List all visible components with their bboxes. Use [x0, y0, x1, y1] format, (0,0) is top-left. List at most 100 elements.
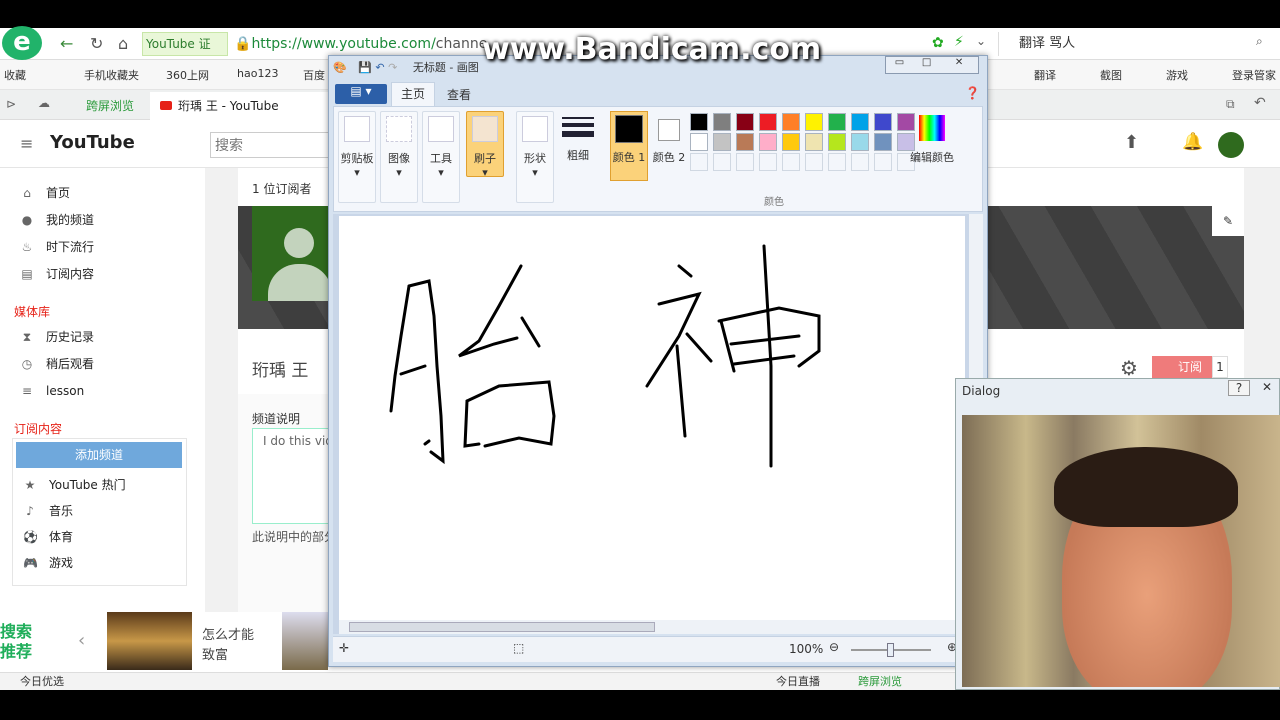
palette-swatch[interactable]	[690, 133, 708, 151]
image-button[interactable]: 图像 ▾	[380, 111, 418, 203]
lightning-icon[interactable]: ⚡	[954, 34, 964, 50]
clipboard-button[interactable]: 剪贴板 ▾	[338, 111, 376, 203]
palette-swatch[interactable]	[736, 133, 754, 151]
palette-swatch[interactable]	[713, 113, 731, 131]
sub-item-popular[interactable]: ★ YouTube 热门	[23, 472, 203, 498]
drawing-canvas[interactable]	[339, 216, 965, 622]
palette-swatch[interactable]	[782, 113, 800, 131]
bookmark-360[interactable]: 360上网	[166, 67, 209, 83]
search-icon[interactable]: ⌕	[1256, 34, 1263, 49]
tab-view[interactable]: 查看	[447, 86, 471, 103]
recycle-icon[interactable]: ✿	[932, 35, 944, 51]
tab-cross-screen[interactable]: 跨屏浏览	[68, 92, 148, 120]
sidebar-item-lesson[interactable]: ≡ lesson	[20, 378, 200, 404]
bell-icon[interactable]: 🔔	[1182, 132, 1203, 152]
ad-image[interactable]	[107, 612, 192, 670]
zoom-out-button[interactable]: ⊖	[829, 640, 839, 654]
palette-swatch[interactable]	[713, 133, 731, 151]
color2-button[interactable]: 颜色 2	[652, 111, 686, 181]
color1-button[interactable]: 颜色 1	[610, 111, 648, 181]
sidebar-item-history[interactable]: ⧗ 历史记录	[20, 324, 200, 350]
menu-icon[interactable]: ≡	[20, 134, 33, 153]
palette-swatch[interactable]	[736, 113, 754, 131]
empty-swatch[interactable]	[736, 153, 754, 171]
sub-item-music[interactable]: ♪ 音乐	[23, 498, 203, 524]
cross-screen-link[interactable]: 跨屏浏览	[858, 673, 902, 691]
bookmark-favorites[interactable]: 收藏	[4, 67, 26, 83]
edit-pencil-icon[interactable]: ✎	[1212, 206, 1244, 236]
horizontal-scrollbar[interactable]	[339, 620, 969, 634]
brushes-button[interactable]: 刷子 ▾	[466, 111, 504, 179]
sub-item-gaming[interactable]: 🎮 游戏	[23, 550, 203, 576]
subscribe-button[interactable]: 订阅	[1152, 356, 1212, 378]
sidebar-item-trending[interactable]: ♨ 时下流行	[20, 234, 200, 260]
palette-swatch[interactable]	[828, 113, 846, 131]
ad-image-2[interactable]	[282, 612, 328, 670]
youtube-logo[interactable]: YouTube	[50, 132, 135, 153]
games-button[interactable]: 游戏	[1166, 67, 1188, 83]
help-icon[interactable]: ❓	[965, 86, 980, 100]
palette-swatch[interactable]	[805, 133, 823, 151]
sidebar-item-my-channel[interactable]: ● 我的频道	[20, 207, 200, 233]
avatar[interactable]	[1218, 132, 1244, 158]
tools-button[interactable]: 工具 ▾	[422, 111, 460, 203]
dialog-close-button[interactable]: ✕	[1254, 380, 1280, 394]
empty-swatch[interactable]	[690, 153, 708, 171]
palette-swatch[interactable]	[828, 133, 846, 151]
edit-colors-button[interactable]: 编辑颜色	[902, 113, 962, 165]
palette-swatch[interactable]	[874, 133, 892, 151]
empty-swatch[interactable]	[782, 153, 800, 171]
palette-swatch[interactable]	[851, 113, 869, 131]
tab-home[interactable]: 主页	[391, 82, 435, 106]
sidebar-item-watch-later[interactable]: ◷ 稍后观看	[20, 351, 200, 377]
zoom-slider-handle[interactable]	[887, 643, 894, 657]
shapes-button[interactable]: 形状 ▾	[516, 111, 554, 203]
help-button[interactable]: ?	[1228, 380, 1250, 396]
empty-swatch[interactable]	[805, 153, 823, 171]
site-badge[interactable]: YouTube 证	[142, 32, 228, 56]
settings-gear-icon[interactable]: ⚙	[1120, 356, 1138, 380]
screenshot-button[interactable]: 截图	[1100, 67, 1122, 83]
minimize-button[interactable]: ▭	[886, 57, 913, 73]
sub-item-sports[interactable]: ⚽ 体育	[23, 524, 203, 550]
sidebar-item-home[interactable]: ⌂ 首页	[20, 180, 200, 206]
add-channel-button[interactable]: 添加频道	[16, 442, 182, 468]
sidebar-toggle-icon[interactable]: ⊳	[6, 97, 16, 111]
scroll-thumb[interactable]	[349, 622, 655, 632]
restore-icon[interactable]: ⧉	[1226, 97, 1235, 112]
redo-icon[interactable]: ↷	[388, 61, 397, 74]
ad-caption[interactable]: 怎么才能 致富	[202, 626, 262, 666]
empty-swatch[interactable]	[713, 153, 731, 171]
search-input[interactable]: 翻译 骂人	[998, 32, 1278, 56]
bookmark-hao123[interactable]: hao123	[237, 67, 278, 80]
youtube-search-input[interactable]	[210, 132, 330, 158]
cloud-icon[interactable]: ☁	[38, 96, 50, 110]
empty-swatch[interactable]	[759, 153, 777, 171]
empty-swatch[interactable]	[851, 153, 869, 171]
home-icon[interactable]: ⌂	[118, 34, 128, 53]
refresh-icon[interactable]: ↻	[90, 34, 103, 53]
back-icon[interactable]: ←	[60, 34, 73, 53]
palette-swatch[interactable]	[759, 133, 777, 151]
today-live[interactable]: 今日直播	[776, 673, 820, 691]
save-icon[interactable]: 💾	[358, 61, 372, 74]
empty-swatch[interactable]	[828, 153, 846, 171]
palette-swatch[interactable]	[690, 113, 708, 131]
chevron-left-icon[interactable]: ‹	[78, 630, 85, 651]
palette-swatch[interactable]	[874, 113, 892, 131]
palette-swatch[interactable]	[851, 133, 869, 151]
size-button[interactable]: 粗细	[562, 115, 594, 163]
upload-icon[interactable]: ⬆	[1124, 132, 1139, 153]
palette-swatch[interactable]	[782, 133, 800, 151]
chevron-down-icon[interactable]: ⌄	[976, 34, 986, 48]
zoom-slider[interactable]	[851, 643, 931, 657]
undo-icon[interactable]: ↶	[1254, 95, 1266, 111]
bookmark-baidu[interactable]: 百度	[303, 67, 325, 83]
maximize-button[interactable]: □	[913, 57, 940, 73]
empty-swatch[interactable]	[874, 153, 892, 171]
undo-icon[interactable]: ↶	[375, 61, 384, 74]
translate-button[interactable]: 翻译	[1034, 67, 1056, 83]
login-manager-button[interactable]: 登录管家	[1232, 67, 1276, 83]
file-menu-button[interactable]: ▤ ▾	[335, 84, 387, 104]
today-picks[interactable]: 今日优选	[20, 673, 64, 691]
